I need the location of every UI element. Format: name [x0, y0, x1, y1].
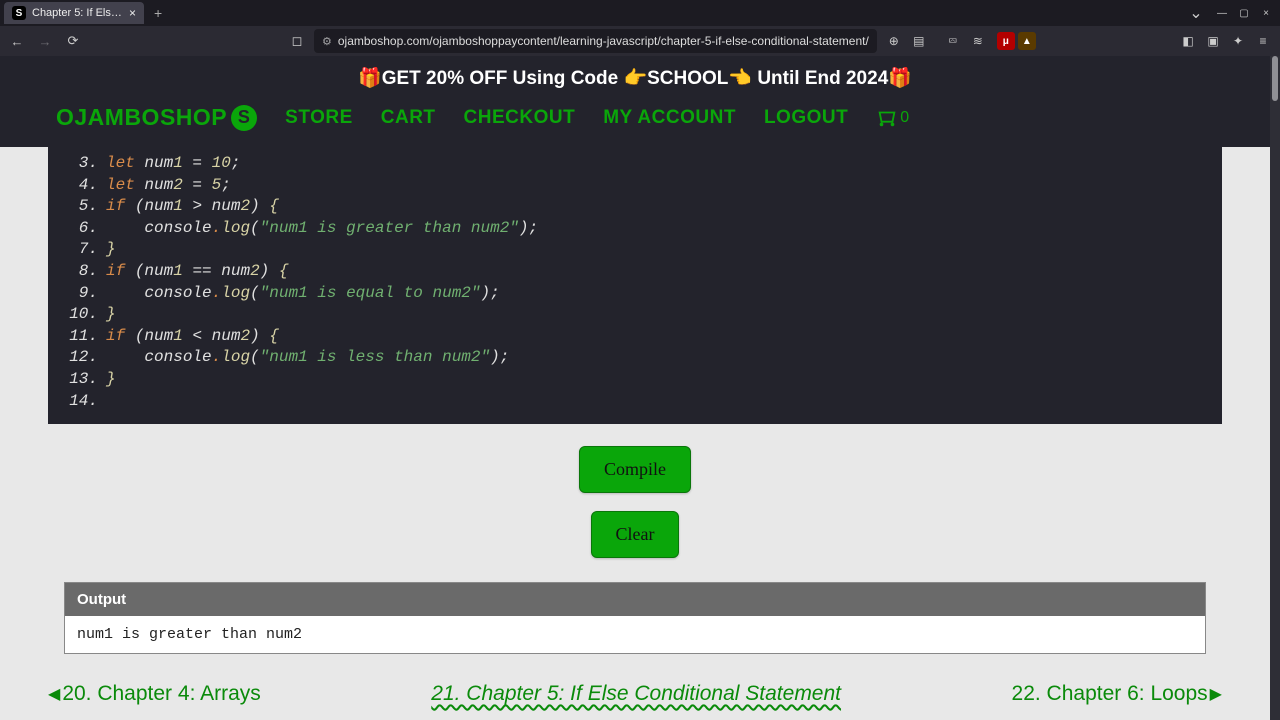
code-line: 9. console.log("num1 is equal to num2");	[64, 283, 1206, 305]
code-content: console.log("num1 is less than num2");	[106, 347, 509, 369]
hamburger-menu-icon[interactable]: ≡	[1252, 30, 1274, 52]
line-number: 4.	[64, 175, 98, 197]
code-content: }	[106, 369, 116, 391]
nav-logout[interactable]: LOGOUT	[764, 107, 848, 129]
brand-s-icon: S	[231, 105, 257, 131]
url-bar[interactable]: ⚙ ojamboshop.com/ojamboshoppaycontent/le…	[314, 29, 877, 53]
output-panel: Output num1 is greater than num2	[64, 582, 1206, 654]
share-icon[interactable]: ⮹	[942, 30, 964, 52]
tab-close-icon[interactable]: ×	[129, 6, 136, 20]
line-number: 9.	[64, 283, 98, 305]
brand-logo[interactable]: OJAMBOSHOP S	[56, 104, 257, 131]
code-content: if (num1 > num2) {	[106, 196, 279, 218]
cart-count: 0	[900, 109, 909, 127]
bookmark-icon[interactable]: ◻	[286, 30, 308, 52]
line-number: 14.	[64, 391, 98, 413]
zoom-icon[interactable]: ⊕	[883, 30, 905, 52]
tab-favicon: S	[12, 6, 26, 20]
tab-bar: S Chapter 5: If Else Conditio × + ⌄ — ▢ …	[0, 0, 1280, 26]
clear-button[interactable]: Clear	[591, 511, 680, 558]
line-number: 11.	[64, 326, 98, 348]
code-content: console.log("num1 is greater than num2")…	[106, 218, 538, 240]
code-line: 11. if (num1 < num2) {	[64, 326, 1206, 348]
browser-toolbar: ← → ⟳ ◻ ⚙ ojamboshop.com/ojamboshoppayco…	[0, 26, 1280, 56]
scroll-thumb[interactable]	[1272, 56, 1278, 101]
site-info-icon[interactable]: ⚙	[322, 35, 332, 48]
code-content: console.log("num1 is equal to num2");	[106, 283, 500, 305]
brand-text: OJAMBOSHOP	[56, 104, 227, 131]
sparkle-icon[interactable]: ✦	[1227, 30, 1249, 52]
code-content: let num2 = 5;	[106, 175, 231, 197]
reload-button[interactable]: ⟳	[62, 30, 84, 52]
tab-title: Chapter 5: If Else Conditio	[32, 7, 123, 19]
url-text: ojamboshop.com/ojamboshoppaycontent/lear…	[338, 34, 869, 48]
line-number: 3.	[64, 153, 98, 175]
line-number: 8.	[64, 261, 98, 283]
cart-widget[interactable]: 0	[876, 107, 909, 129]
reader-icon[interactable]: ▤	[908, 30, 930, 52]
pagination: ◀20. Chapter 4: Arrays 21. Chapter 5: If…	[0, 654, 1270, 718]
code-editor[interactable]: 3. let num1 = 10; 4. let num2 = 5; 5. if (num…	[48, 147, 1222, 424]
panel-icon[interactable]: ▣	[1202, 30, 1224, 52]
compile-button[interactable]: Compile	[579, 446, 691, 493]
line-number: 7.	[64, 239, 98, 261]
pager-prev[interactable]: ◀20. Chapter 4: Arrays	[48, 682, 261, 706]
browser-tab[interactable]: S Chapter 5: If Else Conditio ×	[4, 2, 144, 24]
back-button[interactable]: ←	[6, 30, 28, 52]
pager-next[interactable]: 22. Chapter 6: Loops▶	[1012, 682, 1222, 706]
window-minimize-button[interactable]: —	[1212, 3, 1232, 23]
cart-icon	[876, 107, 898, 129]
line-number: 12.	[64, 347, 98, 369]
new-tab-button[interactable]: +	[150, 5, 166, 21]
code-line: 14.	[64, 391, 1206, 413]
window-close-button[interactable]: ×	[1256, 3, 1276, 23]
code-content: }	[106, 239, 116, 261]
window-maximize-button[interactable]: ▢	[1234, 3, 1254, 23]
code-content: if (num1 == num2) {	[106, 261, 288, 283]
page-scrollbar[interactable]	[1270, 56, 1280, 720]
output-text: num1 is greater than num2	[65, 616, 1205, 653]
triangle-left-icon: ◀	[48, 684, 60, 704]
site-nav: OJAMBOSHOP S STORE CART CHECKOUT MY ACCO…	[0, 96, 1270, 147]
code-line: 3. let num1 = 10;	[64, 153, 1206, 175]
line-number: 13.	[64, 369, 98, 391]
sidebar-toggle-icon[interactable]: ◧	[1177, 30, 1199, 52]
extension-icon-2[interactable]: ▲	[1018, 32, 1036, 50]
extension-icon-1[interactable]: μ	[997, 32, 1015, 50]
code-content: }	[106, 304, 116, 326]
output-label: Output	[65, 583, 1205, 616]
code-line: 6. console.log("num1 is greater than num…	[64, 218, 1206, 240]
code-line: 4. let num2 = 5;	[64, 175, 1206, 197]
rss-icon[interactable]: ≋	[967, 30, 989, 52]
code-content: if (num1 < num2) {	[106, 326, 279, 348]
nav-checkout[interactable]: CHECKOUT	[464, 107, 576, 129]
line-number: 6.	[64, 218, 98, 240]
nav-cart[interactable]: CART	[381, 107, 436, 129]
code-line: 10.}	[64, 304, 1206, 326]
tabs-dropdown-icon[interactable]: ⌄	[1186, 3, 1206, 23]
nav-account[interactable]: MY ACCOUNT	[603, 107, 736, 129]
code-line: 8. if (num1 == num2) {	[64, 261, 1206, 283]
code-content: let num1 = 10;	[106, 153, 240, 175]
line-number: 10.	[64, 304, 98, 326]
code-line: 12. console.log("num1 is less than num2"…	[64, 347, 1206, 369]
pager-current[interactable]: 21. Chapter 5: If Else Conditional State…	[431, 682, 841, 706]
promo-banner: 🎁GET 20% OFF Using Code 👉SCHOOL👈 Until E…	[0, 56, 1270, 96]
code-line: 7.}	[64, 239, 1206, 261]
line-number: 5.	[64, 196, 98, 218]
code-line: 5. if (num1 > num2) {	[64, 196, 1206, 218]
code-line: 13.}	[64, 369, 1206, 391]
nav-store[interactable]: STORE	[285, 107, 353, 129]
triangle-right-icon: ▶	[1210, 684, 1222, 704]
forward-button[interactable]: →	[34, 30, 56, 52]
